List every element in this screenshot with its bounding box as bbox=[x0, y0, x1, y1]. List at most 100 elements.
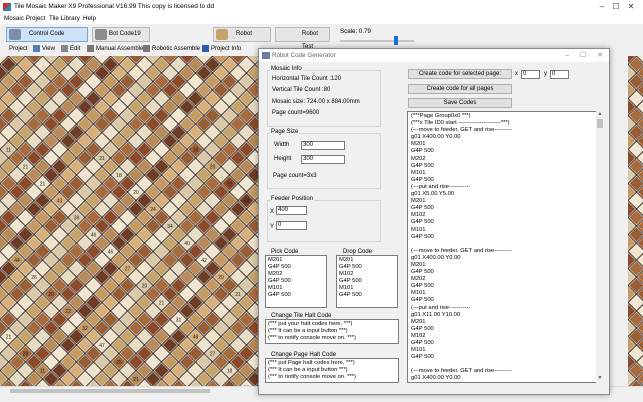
selected-page-y-input[interactable]: 0 bbox=[550, 70, 569, 79]
status-bar bbox=[0, 394, 643, 402]
project-info-button[interactable]: Project Info bbox=[202, 45, 241, 54]
close-button[interactable]: ✕ bbox=[619, 0, 643, 14]
feeder-x-input[interactable]: 400 bbox=[276, 206, 307, 215]
width-input[interactable]: 300 bbox=[301, 141, 345, 150]
text-line: G4P 500 bbox=[411, 205, 434, 212]
text-line: (---put and rise----------- bbox=[411, 304, 471, 311]
edit-button[interactable]: Edit bbox=[61, 45, 80, 54]
scroll-up-arrow-icon[interactable]: ▲ bbox=[597, 112, 603, 117]
title-bar: Tile Mosaic Maker X9 Professional V16.99… bbox=[0, 0, 643, 15]
tile-number-label: 27 bbox=[125, 267, 131, 273]
robotic-assemble-button[interactable]: Robotic Assemble bbox=[143, 45, 200, 54]
text-line: G4P 500 bbox=[339, 278, 362, 284]
mosaic-size: Mosaic size: 724.00 x 884.00mm bbox=[272, 99, 360, 105]
tile-number-label: 21 bbox=[235, 292, 241, 298]
text-line: G4P 500 bbox=[411, 176, 434, 183]
text-line: (***Page Group0x0 ***) bbox=[411, 113, 471, 119]
text-line: (*** to notify console move on. ***) bbox=[268, 374, 356, 380]
text-line: M102 bbox=[411, 212, 426, 219]
scale-slider-thumb[interactable] bbox=[394, 36, 398, 45]
horizontal-tile-count: Horizontal Tile Count :120 bbox=[272, 76, 342, 82]
text-line: G4P 500 bbox=[411, 297, 434, 304]
tile-number-label: 20 bbox=[210, 165, 216, 171]
feeder-y-input[interactable]: 0 bbox=[276, 221, 307, 230]
text-line: G4P 500 bbox=[411, 148, 434, 155]
create-code-all-pages-button[interactable]: Create code for all pages bbox=[408, 84, 512, 94]
text-line: g01 X11.00 Y10.00 bbox=[411, 311, 461, 318]
robot-options-button[interactable]: Robot Options bbox=[213, 27, 271, 50]
manual-assemble-button[interactable]: Manual Assemble bbox=[87, 45, 143, 54]
info-icon bbox=[202, 45, 209, 52]
feeder-y-label: Y bbox=[270, 224, 275, 230]
tile-number-label: 27 bbox=[210, 352, 216, 358]
robot-code-generator-dialog: Robot Code Generator – ☐ ✕ Mosaic Info H… bbox=[258, 48, 610, 395]
feeder-position-label: Feeder Position bbox=[270, 196, 315, 202]
project-button[interactable]: Project bbox=[9, 45, 28, 54]
tile-number-label: 26 bbox=[31, 275, 37, 281]
text-line: M101 bbox=[411, 169, 426, 176]
tile-number-label: 28 bbox=[23, 352, 29, 358]
robot-arm-icon bbox=[95, 29, 107, 40]
text-line: G4P 500 bbox=[411, 162, 434, 169]
text-line: (*** It can be a input button ***) bbox=[268, 367, 348, 373]
text-line: M202 bbox=[411, 155, 426, 162]
control-code-generator-button[interactable]: Control Code Generator bbox=[6, 27, 88, 50]
code-scrollbar-thumb[interactable] bbox=[597, 119, 603, 128]
dialog-maximize-button[interactable]: ☐ bbox=[575, 49, 591, 62]
text-line: g01 X400.00 Y0.00 bbox=[411, 254, 461, 261]
height-input[interactable]: 300 bbox=[301, 155, 345, 164]
text-line: G4P 500 bbox=[411, 219, 434, 226]
text-line: G4P 500 bbox=[268, 278, 291, 284]
save-codes-button[interactable]: Save Codes bbox=[408, 98, 512, 108]
scrollbar-thumb[interactable] bbox=[10, 389, 210, 393]
text-line: M202 bbox=[268, 271, 283, 277]
height-label: Height bbox=[274, 156, 292, 162]
view-button[interactable]: View bbox=[33, 45, 55, 54]
width-label: Width bbox=[274, 142, 290, 148]
tile-number-label: 20 bbox=[142, 284, 148, 290]
robot-icon bbox=[143, 45, 150, 52]
text-line: G4P 500 bbox=[411, 354, 434, 361]
tile-number-label: 42 bbox=[201, 258, 207, 264]
code-scrollbar[interactable]: ▲ ▼ bbox=[596, 111, 604, 383]
text-line: G4P 500 bbox=[268, 292, 291, 298]
tile-number-label: 46 bbox=[91, 233, 97, 239]
bot-code-button[interactable]: Bot Code19 bbox=[92, 27, 150, 42]
dialog-close-button[interactable]: ✕ bbox=[592, 49, 608, 62]
tile-number-label: 40 bbox=[184, 241, 190, 247]
menu-help[interactable]: Help bbox=[83, 15, 96, 22]
menu-tile-library[interactable]: Tile Library bbox=[49, 15, 80, 22]
create-code-selected-page-button[interactable]: Create code for selected page: bbox=[408, 69, 512, 79]
scroll-down-arrow-icon[interactable]: ▼ bbox=[597, 376, 603, 381]
text-line: (*** It can be a input button ***) bbox=[268, 328, 348, 334]
drop-code-textbox[interactable]: M201 G4P 500 M102 G4P 500 M101 G4P 500 bbox=[336, 255, 398, 308]
menu-mosaic-project[interactable]: Mosaic Project bbox=[4, 15, 45, 22]
mosaic-canvas-edge[interactable] bbox=[628, 56, 643, 386]
monitor-icon bbox=[33, 45, 40, 52]
tile-number-label: 11 bbox=[6, 148, 11, 154]
generated-code-textbox[interactable]: (***Page Group0x0 ***) (***x Tile ID0 sta… bbox=[407, 111, 597, 383]
text-line: G4P 500 bbox=[339, 292, 362, 298]
tile-number-label: 44 bbox=[14, 258, 20, 264]
selected-page-x-input[interactable]: 0 bbox=[521, 70, 540, 79]
text-line: G4P 500 bbox=[339, 264, 362, 270]
hand-icon bbox=[87, 45, 94, 52]
robot-test-button[interactable]: Robot Test bbox=[275, 27, 330, 50]
dialog-minimize-button[interactable]: – bbox=[559, 49, 575, 62]
tile-number-label: 21 bbox=[133, 377, 139, 383]
text-line: (*** put your halt codes here, ***) bbox=[268, 321, 353, 327]
mosaic-page-count: Page count=9600 bbox=[272, 110, 320, 116]
scale-slider-track[interactable] bbox=[340, 40, 414, 42]
pick-code-textbox[interactable]: M201 G4P 500 M202 G4P 500 M101 G4P 500 bbox=[265, 255, 327, 308]
tile-halt-code-textbox[interactable]: (*** put your halt codes here, ***) (*** … bbox=[265, 319, 399, 344]
robot-options-icon bbox=[216, 29, 228, 40]
text-line bbox=[411, 361, 593, 368]
tile-number-label: 21 bbox=[23, 165, 29, 171]
text-line: (***x Tile ID0 start -------------------… bbox=[411, 120, 510, 127]
tile-number-label: 21 bbox=[6, 335, 12, 341]
page-count: Page count=3x3 bbox=[273, 173, 317, 179]
window-title: Tile Mosaic Maker X9 Professional V16.99… bbox=[14, 3, 215, 10]
mosaic-canvas[interactable]: 11 18 21 21 20 18 21 29 20 43 43 24 39 34 46 40 46 44 42 27… bbox=[0, 56, 258, 386]
page-halt-code-textbox[interactable]: (*** put Page halt codes here, ***) (*** … bbox=[265, 358, 399, 383]
tile-number-label: 11 bbox=[40, 369, 45, 375]
